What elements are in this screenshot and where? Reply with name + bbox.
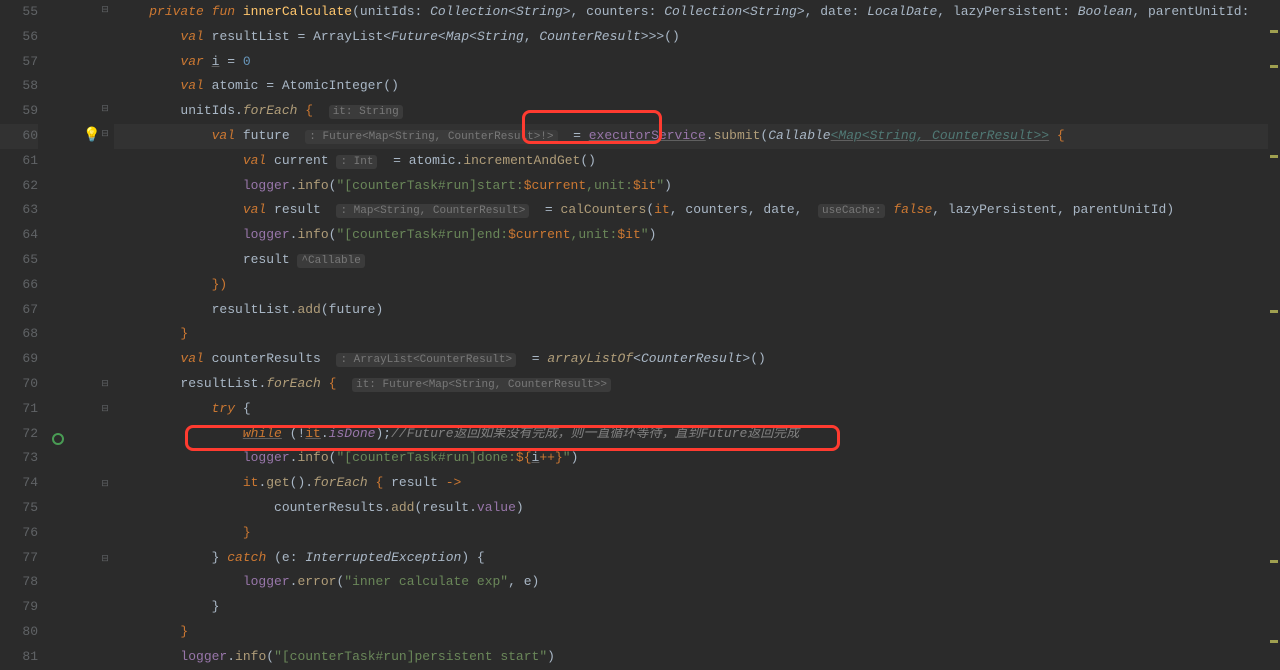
overview-warning-mark[interactable]: [1270, 65, 1278, 68]
overview-warning-mark[interactable]: [1270, 310, 1278, 313]
code-line[interactable]: val resultList = ArrayList<Future<Map<St…: [118, 25, 1268, 50]
fold-column[interactable]: ⊟ ⊟ ⊟ ⊟ ⊟ ⊟ ⊟: [100, 0, 114, 669]
line-number[interactable]: 69: [0, 347, 38, 372]
code-line[interactable]: }: [118, 620, 1268, 645]
code-area[interactable]: private fun innerCalculate(unitIds: Coll…: [114, 0, 1268, 669]
line-number-gutter[interactable]: 55 56 57 58 59 60 61 62 63 64 65 66 67 6…: [0, 0, 48, 669]
code-line[interactable]: it.get().forEach { result ->: [118, 471, 1268, 496]
code-line[interactable]: }): [118, 273, 1268, 298]
code-line[interactable]: }: [118, 521, 1268, 546]
line-number[interactable]: 61: [0, 149, 38, 174]
code-line[interactable]: } catch (e: InterruptedException) {: [118, 546, 1268, 571]
line-number[interactable]: 68: [0, 322, 38, 347]
line-number[interactable]: 71: [0, 397, 38, 422]
line-number[interactable]: 62: [0, 174, 38, 199]
code-line[interactable]: val result : Map<String, CounterResult> …: [118, 198, 1268, 223]
line-number[interactable]: 60: [0, 124, 38, 149]
code-editor[interactable]: 55 56 57 58 59 60 61 62 63 64 65 66 67 6…: [0, 0, 1280, 669]
fold-minus-icon[interactable]: ⊟: [100, 480, 110, 490]
line-number[interactable]: 63: [0, 198, 38, 223]
code-line[interactable]: result ^Callable: [118, 248, 1268, 273]
fold-minus-icon[interactable]: ⊟: [100, 130, 110, 140]
line-number[interactable]: 66: [0, 273, 38, 298]
code-line[interactable]: logger.error("inner calculate exp", e): [118, 570, 1268, 595]
code-line[interactable]: try {: [118, 397, 1268, 422]
code-line[interactable]: val future : Future<Map<String, CounterR…: [118, 124, 1268, 149]
line-number[interactable]: 79: [0, 595, 38, 620]
code-line[interactable]: logger.info("[counterTask#run]done:${i++…: [118, 446, 1268, 471]
line-number[interactable]: 76: [0, 521, 38, 546]
line-number[interactable]: 75: [0, 496, 38, 521]
code-line[interactable]: }: [118, 322, 1268, 347]
code-line[interactable]: resultList.add(future): [118, 298, 1268, 323]
line-number[interactable]: 73: [0, 446, 38, 471]
breakpoint-icon[interactable]: [48, 427, 100, 452]
intention-bulb-icon[interactable]: 💡: [48, 124, 100, 149]
line-number[interactable]: 72: [0, 422, 38, 447]
code-line[interactable]: val counterResults : ArrayList<CounterRe…: [118, 347, 1268, 372]
line-number[interactable]: 77: [0, 546, 38, 571]
vertical-scrollbar[interactable]: [1268, 0, 1280, 669]
line-number[interactable]: 81: [0, 645, 38, 670]
code-line[interactable]: logger.info("[counterTask#run]end:$curre…: [118, 223, 1268, 248]
code-line[interactable]: }: [118, 595, 1268, 620]
line-number[interactable]: 65: [0, 248, 38, 273]
overview-warning-mark[interactable]: [1270, 560, 1278, 563]
fold-minus-icon[interactable]: ⊟: [100, 380, 110, 390]
fold-minus-icon[interactable]: ⊟: [100, 555, 110, 565]
overview-warning-mark[interactable]: [1270, 155, 1278, 158]
gutter-icon-column[interactable]: 💡: [48, 0, 100, 669]
line-number[interactable]: 78: [0, 570, 38, 595]
code-line[interactable]: counterResults.add(result.value): [118, 496, 1268, 521]
fold-minus-icon[interactable]: ⊟: [100, 6, 110, 16]
line-number[interactable]: 57: [0, 50, 38, 75]
code-line[interactable]: unitIds.forEach { it: String: [118, 99, 1268, 124]
line-number[interactable]: 70: [0, 372, 38, 397]
overview-warning-mark[interactable]: [1270, 30, 1278, 33]
line-number[interactable]: 64: [0, 223, 38, 248]
fold-minus-icon[interactable]: ⊟: [100, 105, 110, 115]
overview-warning-mark[interactable]: [1270, 640, 1278, 643]
line-number[interactable]: 74: [0, 471, 38, 496]
line-number[interactable]: 67: [0, 298, 38, 323]
line-number[interactable]: 58: [0, 74, 38, 99]
code-line[interactable]: logger.info("[counterTask#run]start:$cur…: [118, 174, 1268, 199]
line-number[interactable]: 56: [0, 25, 38, 50]
code-line[interactable]: var i = 0: [118, 50, 1268, 75]
code-line[interactable]: resultList.forEach { it: Future<Map<Stri…: [118, 372, 1268, 397]
code-line[interactable]: val atomic = AtomicInteger(): [118, 74, 1268, 99]
code-line[interactable]: logger.info("[counterTask#run]persistent…: [118, 645, 1268, 670]
line-number[interactable]: 55: [0, 0, 38, 25]
fold-minus-icon[interactable]: ⊟: [100, 405, 110, 415]
line-number[interactable]: 59: [0, 99, 38, 124]
code-line[interactable]: while (!it.isDone);//Future返回如果没有完成，则一直循…: [118, 422, 1268, 447]
line-number[interactable]: 80: [0, 620, 38, 645]
code-line[interactable]: private fun innerCalculate(unitIds: Coll…: [118, 0, 1268, 25]
code-line[interactable]: val current : Int = atomic.incrementAndG…: [118, 149, 1268, 174]
